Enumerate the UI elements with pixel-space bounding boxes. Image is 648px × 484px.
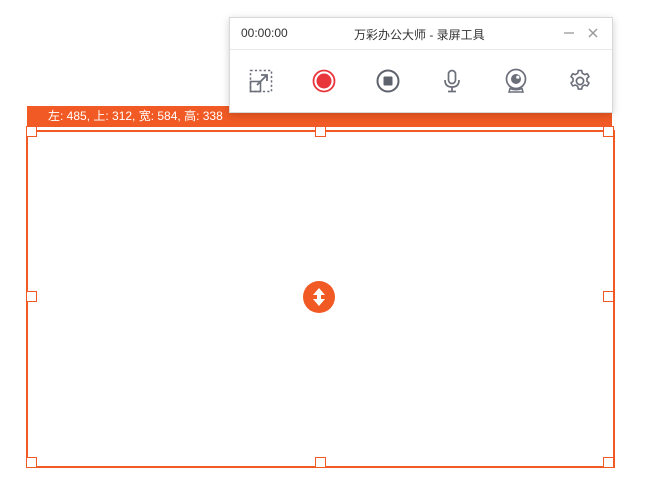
region-info-text: 左: 485, 上: 312, 宽: 584, 高: 338 [48,109,223,123]
microphone-icon [444,69,460,93]
record-button[interactable] [309,66,339,96]
close-icon [588,28,598,38]
stop-icon [376,69,400,93]
recording-timer: 00:00:00 [241,26,288,40]
minimize-icon [564,32,574,34]
move-vertical-icon [313,288,325,306]
resize-handle-top[interactable] [315,126,326,137]
recorder-toolbar: 00:00:00 万彩办公大师 - 录屏工具 [229,17,613,113]
settings-icon [570,69,590,90]
resize-handle-right[interactable] [603,291,614,302]
move-handle[interactable] [303,281,335,313]
resize-handle-bottom-right[interactable] [603,457,614,468]
resize-handle-left[interactable] [26,291,37,302]
resize-handle-bottom[interactable] [315,457,326,468]
settings-button[interactable] [565,66,595,96]
minimize-button[interactable] [560,24,578,42]
microphone-button[interactable] [437,66,467,96]
webcam-icon [505,68,527,93]
resize-handle-top-right[interactable] [603,126,614,137]
select-region-button[interactable] [246,66,276,96]
select-region-icon [249,69,273,93]
window-title: 万彩办公大师 - 录屏工具 [354,28,485,42]
webcam-button[interactable] [501,66,531,96]
stop-button[interactable] [373,66,403,96]
resize-handle-top-left[interactable] [26,126,37,137]
resize-handle-bottom-left[interactable] [26,457,37,468]
title-bar[interactable]: 00:00:00 万彩办公大师 - 录屏工具 [230,18,612,50]
record-icon [312,69,336,93]
close-button[interactable] [584,24,602,42]
